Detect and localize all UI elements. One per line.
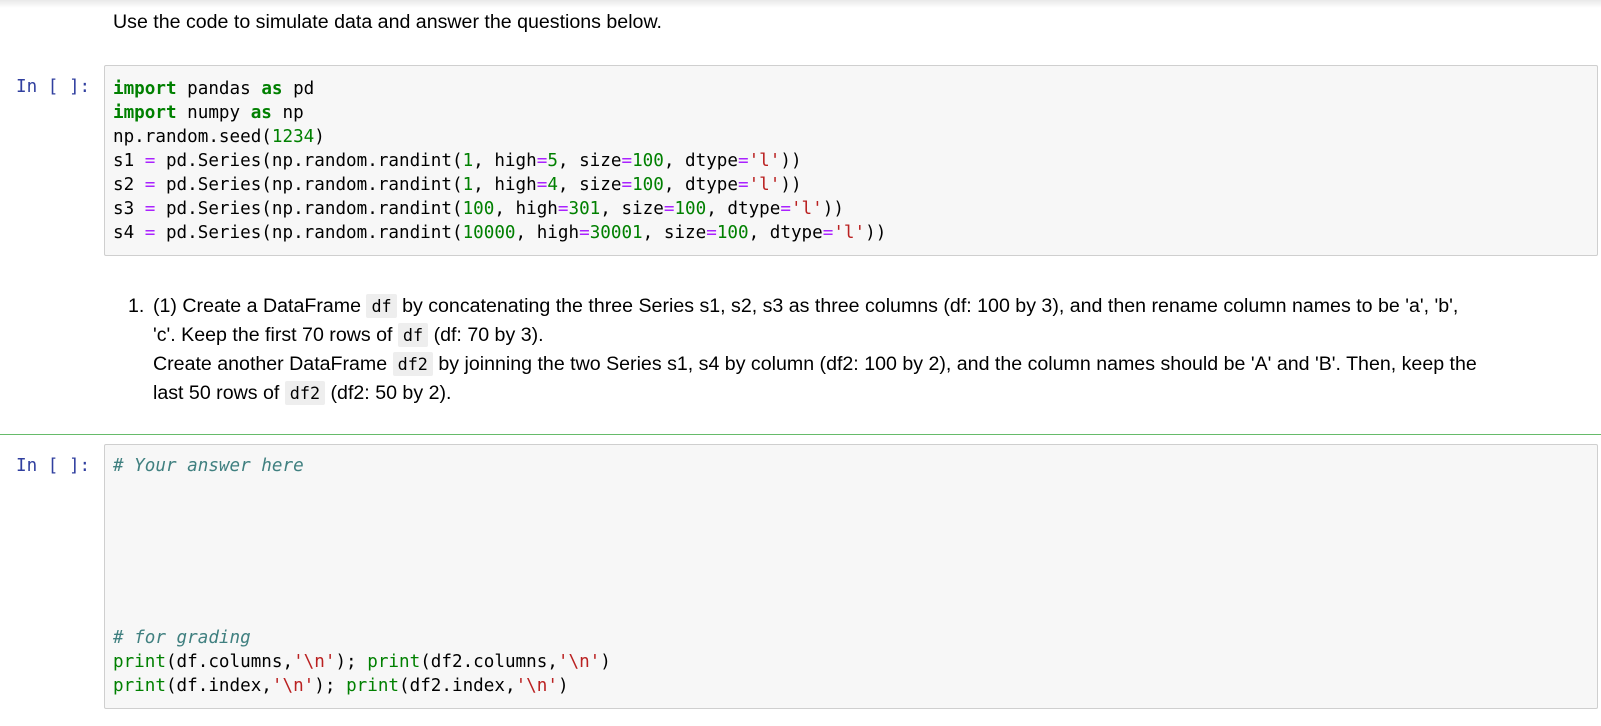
question-line-1: (1) Create a DataFrame df by concatenati… — [153, 294, 1459, 318]
code-line-7: s4 = pd.Series(np.random.randint(10000, … — [113, 223, 887, 243]
code-line-2: import numpy as np — [113, 103, 304, 123]
cell-prompt: In [ ]: — [16, 456, 91, 476]
code-line-6: s3 = pd.Series(np.random.randint(100, hi… — [113, 199, 844, 219]
question-line-4: last 50 rows of df2 (df2: 50 by 2). — [153, 381, 452, 405]
inline-code: df — [366, 294, 397, 318]
cell-prompt: In [ ]: — [16, 77, 91, 97]
question-line-3: Create another DataFrame df2 by joinning… — [153, 352, 1477, 376]
selected-cell-border — [0, 434, 1601, 435]
toolbar-shadow — [0, 0, 1601, 8]
list-number: 1. — [128, 295, 145, 317]
code-cell-2[interactable]: # Your answer here # for grading print(d… — [104, 444, 1598, 709]
code-comment-answer: # Your answer here — [113, 456, 304, 476]
code-line-print-columns: print(df.columns,'\n'); print(df2.column… — [113, 652, 611, 672]
code-line-4: s1 = pd.Series(np.random.randint(1, high… — [113, 151, 802, 171]
code-cell-1[interactable]: import pandas as pd import numpy as np n… — [104, 65, 1598, 256]
question-line-2: 'c'. Keep the first 70 rows of df (df: 7… — [153, 323, 544, 347]
code-line-3: np.random.seed(1234) — [113, 127, 325, 147]
intro-text: Use the code to simulate data and answer… — [113, 11, 662, 33]
code-line-5: s2 = pd.Series(np.random.randint(1, high… — [113, 175, 802, 195]
inline-code: df2 — [284, 381, 326, 405]
inline-code: df2 — [392, 352, 433, 376]
code-comment-grading: # for grading — [113, 628, 251, 648]
code-line-1: import pandas as pd — [113, 79, 315, 99]
code-line-print-index: print(df.index,'\n'); print(df2.index,'\… — [113, 676, 569, 696]
inline-code: df — [397, 323, 429, 347]
